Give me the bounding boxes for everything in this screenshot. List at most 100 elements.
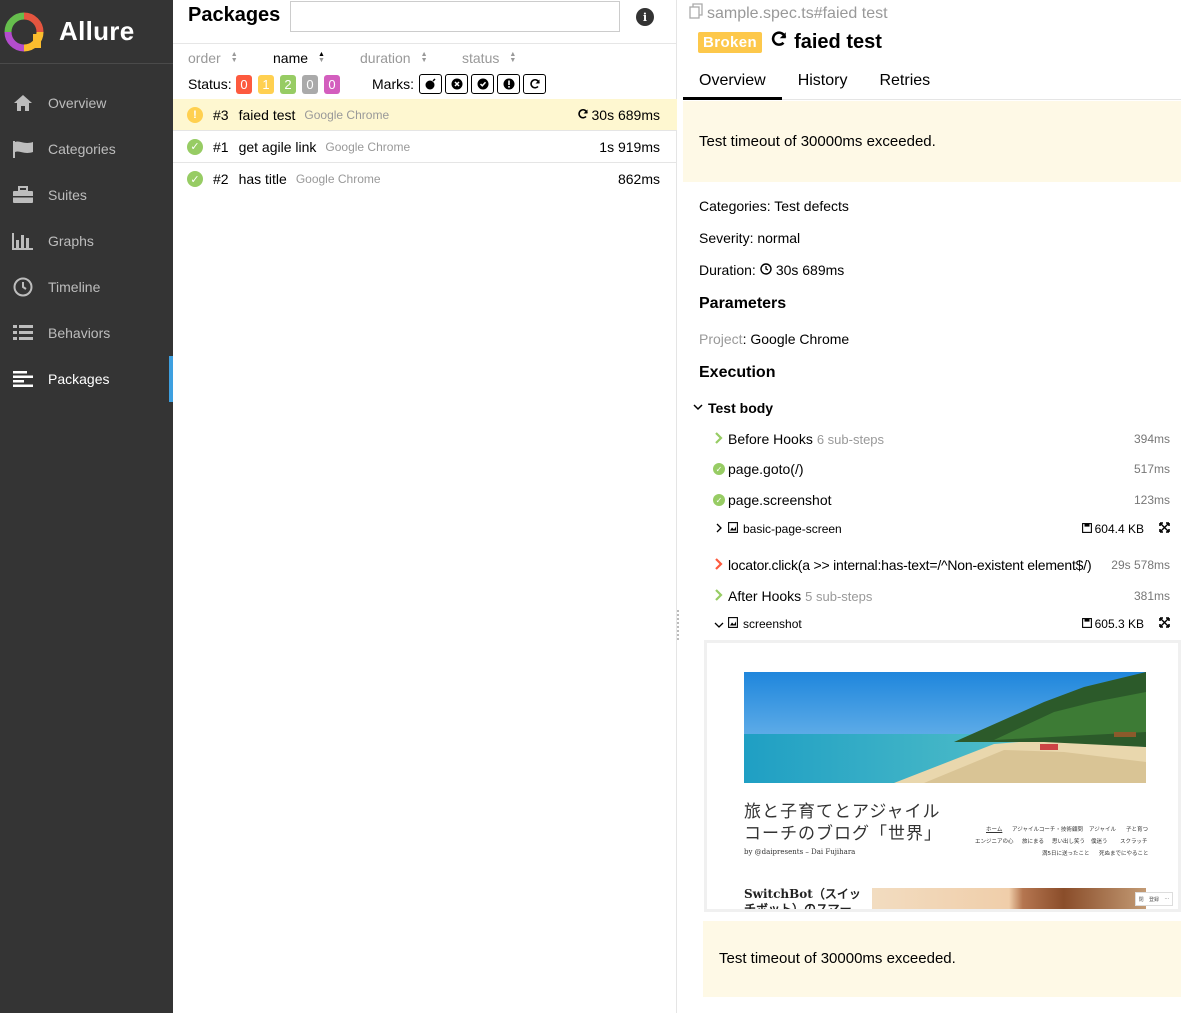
broken-status-icon: ! <box>187 106 203 123</box>
duration-label: Duration: <box>699 262 756 278</box>
chevron-right-icon <box>714 558 723 573</box>
table-row[interactable]: ✓ #2 has title Google Chrome 862ms <box>173 163 677 195</box>
blog-menu-item: 僕迷う <box>1091 839 1108 845</box>
step-after-hooks[interactable]: After Hooks 5 sub-steps 381ms <box>683 581 1181 611</box>
attachment-name: basic-page-screen <box>743 522 842 536</box>
status-toggle-failed[interactable]: 0 <box>236 75 252 94</box>
sidebar-item-label: Timeline <box>48 279 101 295</box>
expand-icon[interactable] <box>1159 522 1170 536</box>
sidebar-item-overview[interactable]: Overview <box>0 80 173 126</box>
chevron-right-icon <box>714 432 723 447</box>
times-circle-icon[interactable] <box>445 74 468 94</box>
sidebar: Allure Overview Categories Suites Graphs… <box>0 0 173 1013</box>
refresh-icon <box>770 30 788 54</box>
beach-photo <box>744 672 1146 783</box>
check-circle-icon: ✓ <box>713 494 725 506</box>
bomb-icon[interactable] <box>419 74 442 94</box>
status-toggle-broken[interactable]: 1 <box>258 75 274 94</box>
row-param: Google Chrome <box>304 107 390 122</box>
check-circle-icon: ✓ <box>187 138 203 155</box>
status-toggle-passed[interactable]: 2 <box>280 75 296 94</box>
step-label: page.screenshot <box>728 492 832 508</box>
sidebar-item-behaviors[interactable]: Behaviors <box>0 310 173 356</box>
tab-history[interactable]: History <box>782 66 864 99</box>
step-duration: 123ms <box>1133 493 1170 507</box>
step-locator-click[interactable]: locator.click(a >> internal:has-text=/^N… <box>683 550 1181 580</box>
step-page-screenshot[interactable]: ✓ page.screenshot 123ms <box>683 485 1181 515</box>
exclamation-circle-icon[interactable] <box>497 74 520 94</box>
breadcrumb[interactable]: sample.spec.ts#faied test <box>689 3 888 24</box>
check-circle-icon[interactable] <box>471 74 494 94</box>
attachment-screenshot[interactable]: screenshot 605.3 KB <box>683 612 1181 636</box>
sorter-status[interactable]: status ▲ ▼ <box>462 50 516 66</box>
step-duration: 29s 578ms <box>1111 558 1170 572</box>
sorter-order[interactable]: order ▲ ▼ <box>188 50 238 66</box>
marks-filter-label: Marks: <box>372 76 414 92</box>
error-message: Test timeout of 30000ms exceeded. <box>683 101 1181 182</box>
screenshot-preview[interactable]: 旅と子育てとアジャイル コーチのブログ「世界」 by @daipresents … <box>704 640 1181 912</box>
attachment-size: 605.3 KB <box>1081 617 1144 631</box>
tab-retries[interactable]: Retries <box>863 66 946 99</box>
sidebar-item-categories[interactable]: Categories <box>0 126 173 172</box>
image-file-icon <box>728 522 738 536</box>
status-toggle-unknown[interactable]: 0 <box>324 75 340 94</box>
expand-icon[interactable] <box>1159 617 1170 631</box>
sidebar-item-label: Categories <box>48 141 116 157</box>
sorter-label: order <box>188 50 221 66</box>
tab-overview[interactable]: Overview <box>683 66 782 100</box>
test-list: ! #3 faied test Google Chrome 30s 689ms … <box>173 99 677 195</box>
chevron-down-icon <box>693 400 703 415</box>
attachment-basic-page-screen[interactable]: basic-page-screen 604.4 KB <box>683 517 1181 541</box>
pane-splitter-handle[interactable] <box>677 610 681 640</box>
sidebar-item-label: Packages <box>48 371 110 387</box>
tab-bar: Overview History Retries <box>683 66 1181 100</box>
briefcase-icon <box>11 183 35 207</box>
status-filter-label: Status: <box>188 76 232 92</box>
sidebar-item-graphs[interactable]: Graphs <box>0 218 173 264</box>
attachment-name: screenshot <box>743 617 802 631</box>
test-body-label: Test body <box>708 400 774 416</box>
breadcrumb-text: sample.spec.ts#faied test <box>707 4 888 22</box>
row-name: has title <box>238 171 287 187</box>
info-icon[interactable]: i <box>636 8 654 26</box>
test-body-toggle[interactable]: Test body <box>683 393 1181 423</box>
row-duration-value: 30s 689ms <box>591 107 660 123</box>
step-label: page.goto(/) <box>728 461 804 477</box>
sidebar-item-label: Behaviors <box>48 325 111 341</box>
brand[interactable]: Allure <box>0 0 173 64</box>
blog-byline: by @daipresents – Dai Fujihara <box>744 848 856 856</box>
blog-menu-item: 死ぬまでにやること <box>1099 851 1149 857</box>
sidebar-item-suites[interactable]: Suites <box>0 172 173 218</box>
step-before-hooks[interactable]: Before Hooks 6 sub-steps 394ms <box>683 424 1181 454</box>
search-input[interactable] <box>290 1 620 32</box>
sorter-name[interactable]: name ▲ ▼ <box>273 50 325 66</box>
step-page-goto[interactable]: ✓ page.goto(/) 517ms <box>683 454 1181 484</box>
status-badge: Broken <box>698 31 763 53</box>
status-toggle-skipped[interactable]: 0 <box>302 75 318 94</box>
test-detail-pane: sample.spec.ts#faied test Broken faied t… <box>683 0 1181 1013</box>
parameter-row: Project: Google Chrome <box>699 331 849 347</box>
blog-menu-item: エンジニアの心 <box>975 839 1014 845</box>
sidebar-item-timeline[interactable]: Timeline <box>0 264 173 310</box>
table-row[interactable]: ✓ #1 get agile link Google Chrome 1s 919… <box>173 131 677 163</box>
step-label: After Hooks 5 sub-steps <box>728 588 873 604</box>
step-substeps: 5 sub-steps <box>805 589 873 604</box>
blog-menu-item: ホーム <box>986 827 1003 833</box>
blog-menu-item: 旅にまる <box>1022 839 1045 845</box>
sidebar-item-packages[interactable]: Packages <box>0 356 173 402</box>
table-row[interactable]: ! #3 faied test Google Chrome 30s 689ms <box>173 99 677 131</box>
severity-line: Severity: normal <box>699 230 801 246</box>
error-message-bottom: Test timeout of 30000ms exceeded. <box>703 921 1181 997</box>
refresh-icon[interactable] <box>523 74 546 94</box>
clock-icon <box>760 262 772 278</box>
attachment-size: 604.4 KB <box>1081 522 1144 536</box>
allure-logo-icon <box>4 12 44 52</box>
sorter-label: status <box>462 50 500 66</box>
sorter-duration[interactable]: duration ▲ ▼ <box>360 50 428 66</box>
check-circle-icon: ✓ <box>713 463 725 475</box>
row-order: #1 <box>213 138 229 155</box>
sort-icon: ▲ ▼ <box>230 51 238 64</box>
row-order: #2 <box>213 171 229 187</box>
preview-corner-widget: 閉 登録 ··· <box>1135 892 1173 906</box>
copy-icon[interactable] <box>689 3 703 24</box>
